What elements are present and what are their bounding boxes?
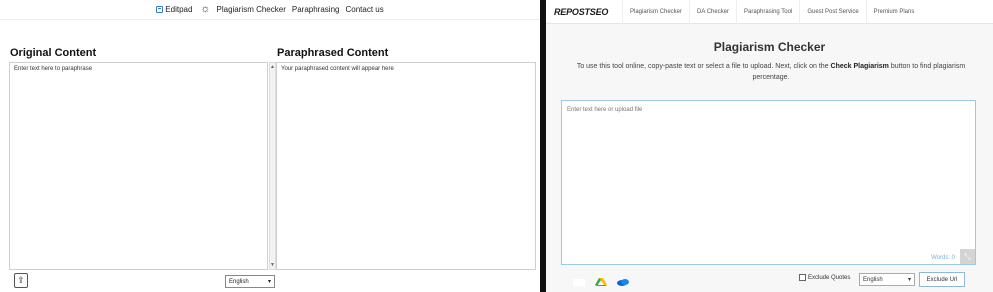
tab-paraphrasing-tool[interactable]: Paraphrasing Tool <box>736 0 799 24</box>
local-upload-icon[interactable] <box>572 274 586 286</box>
repostseo-panel: REPOSTSEO Plagiarism Checker DA Checker … <box>546 0 993 292</box>
nav-plagiarism-checker[interactable]: Plagiarism Checker <box>217 5 286 14</box>
upload-file-icon[interactable]: ⇪ <box>14 273 28 288</box>
language-value: English <box>229 278 249 285</box>
editpad-logo-icon <box>156 5 164 13</box>
paraphrased-content-output: Your paraphrased content will appear her… <box>276 62 536 270</box>
original-scrollbar[interactable]: ▲ ▼ <box>269 62 276 270</box>
scroll-down-icon[interactable]: ▼ <box>270 262 275 268</box>
instructions: To use this tool online, copy-paste text… <box>564 61 978 83</box>
brand-name: Editpad <box>165 4 193 14</box>
google-drive-icon[interactable] <box>594 274 608 286</box>
onedrive-icon[interactable] <box>616 274 630 286</box>
editpad-panel: Editpad ☼ Plagiarism Checker Paraphrasin… <box>0 0 540 292</box>
repostseo-logo[interactable]: REPOSTSEO <box>546 7 622 17</box>
tab-premium-plans[interactable]: Premium Plans <box>865 0 922 24</box>
nav-contact-us[interactable]: Contact us <box>345 5 383 14</box>
tab-guest-post-service[interactable]: Guest Post Service <box>799 0 865 24</box>
exclude-quotes-label: Exclude Quotes <box>808 274 851 281</box>
tab-plagiarism-checker[interactable]: Plagiarism Checker <box>622 0 689 24</box>
cloud-upload-group <box>572 274 630 286</box>
language-value-right: English <box>863 276 883 283</box>
chevron-down-icon: ▾ <box>907 277 911 283</box>
nav-paraphrasing[interactable]: Paraphrasing <box>292 5 340 14</box>
textarea-placeholder: Enter text here or upload file <box>567 107 643 113</box>
exclude-url-button[interactable]: Exclude Url <box>919 272 965 287</box>
resize-handle-icon[interactable]: ⤡ <box>960 249 975 264</box>
top-nav: Editpad ☼ Plagiarism Checker Paraphrasin… <box>0 0 540 18</box>
scroll-up-icon[interactable]: ▲ <box>270 64 275 70</box>
exclude-quotes-checkbox[interactable] <box>799 274 806 281</box>
original-placeholder: Enter text here to paraphrase <box>14 66 93 72</box>
page-title: Plagiarism Checker <box>713 40 826 54</box>
paraphrased-content-heading: Paraphrased Content <box>277 47 389 59</box>
word-count: Words: 0 <box>931 255 955 261</box>
theme-toggle-sun-icon[interactable]: ☼ <box>200 3 210 15</box>
plagiarism-text-input[interactable]: Enter text here or upload file Words: 0 … <box>561 100 976 265</box>
tab-da-checker[interactable]: DA Checker <box>689 0 736 24</box>
language-select[interactable]: English ▾ <box>225 275 275 288</box>
original-content-heading: Original Content <box>10 47 97 59</box>
original-content-input[interactable]: Enter text here to paraphrase <box>9 62 268 270</box>
language-select-right[interactable]: English ▾ <box>859 273 915 286</box>
instructions-part1: To use this tool online, copy-paste text… <box>576 63 831 70</box>
nav-divider <box>0 19 540 20</box>
exclude-quotes-option[interactable]: Exclude Quotes <box>799 274 850 281</box>
editpad-logo[interactable]: Editpad <box>156 5 192 14</box>
chevron-down-icon: ▾ <box>267 279 271 285</box>
repostseo-nav: REPOSTSEO Plagiarism Checker DA Checker … <box>546 0 993 24</box>
instructions-bold: Check Plagiarism <box>830 63 889 70</box>
paraphrased-placeholder: Your paraphrased content will appear her… <box>281 66 394 72</box>
